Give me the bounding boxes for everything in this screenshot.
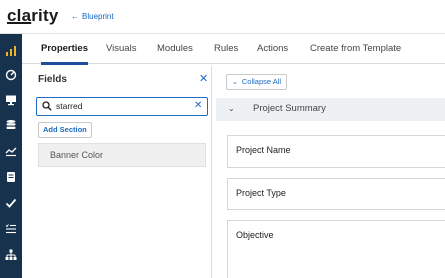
logo-text-underlined: cla [7,6,32,25]
field-label: Project Type [236,188,286,198]
search-input-value: starred [56,101,83,111]
chevron-down-icon: ⌄ [232,79,238,86]
tab-properties[interactable]: Properties [41,34,88,65]
field-card-project-type[interactable]: Project Type [227,178,445,210]
field-label: Project Name [236,145,291,155]
hierarchy-icon[interactable] [4,248,18,262]
collapse-all-label: Collapse All [241,77,282,86]
field-label: Objective [236,230,274,240]
section-chevron-icon: ⌄ [228,104,235,113]
tab-modules[interactable]: Modules [157,34,193,64]
logo-text-rest: rity [31,6,59,25]
line-chart-icon[interactable] [4,144,18,158]
field-card-objective[interactable]: Objective [227,220,445,278]
database-stack-icon[interactable] [4,118,18,132]
collapse-all-button[interactable]: ⌄ Collapse All [226,74,288,90]
checklist-icon[interactable] [4,222,18,236]
tab-visuals[interactable]: Visuals [106,34,136,64]
back-arrow-icon: ← [71,12,79,21]
back-to-blueprint-link[interactable]: ← Blueprint [71,12,114,22]
clear-search-icon[interactable]: ✕ [194,100,202,112]
field-item-banner-color[interactable]: Banner Color [38,143,206,167]
dashboard-gauge-icon[interactable] [4,68,18,82]
fields-panel-title: Fields [38,74,67,85]
checkmark-icon[interactable] [4,196,18,210]
top-bar: clarity ← Blueprint [0,0,445,34]
tab-create-from-template[interactable]: Create from Template [310,34,401,64]
close-fields-panel-icon[interactable]: ✕ [199,74,208,85]
section-header-project-summary[interactable]: ⌄ Project Summary [216,98,445,121]
back-link-label: Blueprint [82,12,114,21]
tab-actions[interactable]: Actions [257,34,288,64]
clarity-logo[interactable]: clarity [7,6,59,26]
search-icon [42,101,52,111]
monitor-icon[interactable] [4,93,18,107]
add-section-button[interactable]: Add Section [38,122,92,138]
section-title: Project Summary [253,103,326,114]
field-card-project-name[interactable]: Project Name [227,135,445,168]
fields-panel: Fields ✕ starred ✕ Add Section Banner Co… [31,66,212,278]
tab-rules[interactable]: Rules [214,34,238,64]
bar-chart-icon[interactable] [4,44,18,58]
blueprint-tabs: Properties Visuals Modules Rules Actions… [22,34,445,65]
document-icon[interactable] [4,170,18,184]
fields-search-input[interactable]: starred ✕ [36,97,208,116]
left-nav-rail [0,34,22,278]
